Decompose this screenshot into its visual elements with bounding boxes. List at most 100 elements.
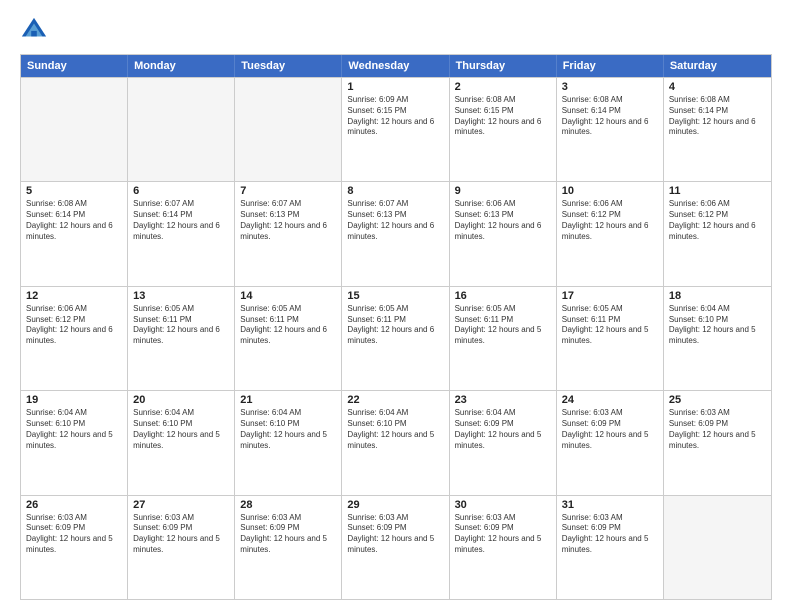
cell-info: Sunrise: 6:08 AM Sunset: 6:14 PM Dayligh… <box>669 95 766 138</box>
cell-info: Sunrise: 6:06 AM Sunset: 6:12 PM Dayligh… <box>562 199 658 242</box>
day-number: 30 <box>455 499 551 511</box>
day-number: 20 <box>133 394 229 406</box>
calendar-cell: 25 Sunrise: 6:03 AM Sunset: 6:09 PM Dayli… <box>664 391 771 494</box>
cell-info: Sunrise: 6:03 AM Sunset: 6:09 PM Dayligh… <box>562 513 658 556</box>
day-number: 19 <box>26 394 122 406</box>
calendar-cell: 5 Sunrise: 6:08 AM Sunset: 6:14 PM Daylig… <box>21 182 128 285</box>
calendar-row: 12 Sunrise: 6:06 AM Sunset: 6:12 PM Dayli… <box>21 286 771 390</box>
cell-info: Sunrise: 6:04 AM Sunset: 6:10 PM Dayligh… <box>133 408 229 451</box>
weekday-header: Tuesday <box>235 55 342 77</box>
cell-info: Sunrise: 6:04 AM Sunset: 6:10 PM Dayligh… <box>669 304 766 347</box>
cell-info: Sunrise: 6:05 AM Sunset: 6:11 PM Dayligh… <box>240 304 336 347</box>
cell-info: Sunrise: 6:03 AM Sunset: 6:09 PM Dayligh… <box>562 408 658 451</box>
calendar-cell: 3 Sunrise: 6:08 AM Sunset: 6:14 PM Daylig… <box>557 78 664 181</box>
cell-info: Sunrise: 6:07 AM Sunset: 6:14 PM Dayligh… <box>133 199 229 242</box>
cell-info: Sunrise: 6:06 AM Sunset: 6:12 PM Dayligh… <box>669 199 766 242</box>
calendar-cell: 15 Sunrise: 6:05 AM Sunset: 6:11 PM Dayli… <box>342 287 449 390</box>
cell-info: Sunrise: 6:08 AM Sunset: 6:15 PM Dayligh… <box>455 95 551 138</box>
day-number: 11 <box>669 185 766 197</box>
calendar-cell: 21 Sunrise: 6:04 AM Sunset: 6:10 PM Dayli… <box>235 391 342 494</box>
calendar-cell: 7Sunrise: 6:07 AM Sunset: 6:13 PM Daylig… <box>235 182 342 285</box>
cell-info: Sunrise: 6:05 AM Sunset: 6:11 PM Dayligh… <box>455 304 551 347</box>
day-number: 16 <box>455 290 551 302</box>
day-number: 21 <box>240 394 336 406</box>
calendar-cell: 18 Sunrise: 6:04 AM Sunset: 6:10 PM Dayli… <box>664 287 771 390</box>
cell-info: Sunrise: 6:06 AM Sunset: 6:13 PM Dayligh… <box>455 199 551 242</box>
day-number: 18 <box>669 290 766 302</box>
day-number: 9 <box>455 185 551 197</box>
calendar-cell <box>235 78 342 181</box>
calendar-cell: 13 Sunrise: 6:05 AM Sunset: 6:11 PM Dayli… <box>128 287 235 390</box>
cell-info: Sunrise: 6:06 AM Sunset: 6:12 PM Dayligh… <box>26 304 122 347</box>
cell-info: Sunrise: 6:03 AM Sunset: 6:09 PM Dayligh… <box>133 513 229 556</box>
calendar-cell: 17Sunrise: 6:05 AM Sunset: 6:11 PM Dayli… <box>557 287 664 390</box>
day-number: 14 <box>240 290 336 302</box>
logo-icon <box>20 16 48 44</box>
day-number: 29 <box>347 499 443 511</box>
calendar-cell: 28Sunrise: 6:03 AM Sunset: 6:09 PM Dayli… <box>235 496 342 599</box>
calendar-cell: 10 Sunrise: 6:06 AM Sunset: 6:12 PM Dayli… <box>557 182 664 285</box>
day-number: 8 <box>347 185 443 197</box>
day-number: 4 <box>669 81 766 93</box>
calendar-cell: 2 Sunrise: 6:08 AM Sunset: 6:15 PM Daylig… <box>450 78 557 181</box>
day-number: 2 <box>455 81 551 93</box>
cell-info: Sunrise: 6:04 AM Sunset: 6:10 PM Dayligh… <box>347 408 443 451</box>
calendar-cell: 24 Sunrise: 6:03 AM Sunset: 6:09 PM Dayli… <box>557 391 664 494</box>
calendar-header: SundayMondayTuesdayWednesdayThursdayFrid… <box>21 55 771 77</box>
calendar-cell: 23Sunrise: 6:04 AM Sunset: 6:09 PM Dayli… <box>450 391 557 494</box>
weekday-header: Thursday <box>450 55 557 77</box>
calendar-row: 26 Sunrise: 6:03 AM Sunset: 6:09 PM Dayli… <box>21 495 771 599</box>
cell-info: Sunrise: 6:05 AM Sunset: 6:11 PM Dayligh… <box>347 304 443 347</box>
logo <box>20 16 52 44</box>
calendar-cell: 31Sunrise: 6:03 AM Sunset: 6:09 PM Dayli… <box>557 496 664 599</box>
cell-info: Sunrise: 6:07 AM Sunset: 6:13 PM Dayligh… <box>347 199 443 242</box>
day-number: 13 <box>133 290 229 302</box>
day-number: 1 <box>347 81 443 93</box>
calendar-row: 1 Sunrise: 6:09 AM Sunset: 6:15 PM Daylig… <box>21 77 771 181</box>
day-number: 15 <box>347 290 443 302</box>
calendar-cell: 12 Sunrise: 6:06 AM Sunset: 6:12 PM Dayli… <box>21 287 128 390</box>
weekday-header: Sunday <box>21 55 128 77</box>
day-number: 10 <box>562 185 658 197</box>
calendar-row: 5 Sunrise: 6:08 AM Sunset: 6:14 PM Daylig… <box>21 181 771 285</box>
weekday-header: Friday <box>557 55 664 77</box>
day-number: 27 <box>133 499 229 511</box>
calendar: SundayMondayTuesdayWednesdayThursdayFrid… <box>20 54 772 600</box>
calendar-cell <box>128 78 235 181</box>
calendar-body: 1 Sunrise: 6:09 AM Sunset: 6:15 PM Daylig… <box>21 77 771 599</box>
cell-info: Sunrise: 6:08 AM Sunset: 6:14 PM Dayligh… <box>562 95 658 138</box>
calendar-cell: 26 Sunrise: 6:03 AM Sunset: 6:09 PM Dayli… <box>21 496 128 599</box>
day-number: 5 <box>26 185 122 197</box>
calendar-cell: 22Sunrise: 6:04 AM Sunset: 6:10 PM Dayli… <box>342 391 449 494</box>
day-number: 12 <box>26 290 122 302</box>
calendar-cell: 6Sunrise: 6:07 AM Sunset: 6:14 PM Daylig… <box>128 182 235 285</box>
calendar-cell: 9 Sunrise: 6:06 AM Sunset: 6:13 PM Daylig… <box>450 182 557 285</box>
calendar-row: 19 Sunrise: 6:04 AM Sunset: 6:10 PM Dayli… <box>21 390 771 494</box>
cell-info: Sunrise: 6:03 AM Sunset: 6:09 PM Dayligh… <box>669 408 766 451</box>
calendar-cell: 11 Sunrise: 6:06 AM Sunset: 6:12 PM Dayli… <box>664 182 771 285</box>
calendar-cell: 19 Sunrise: 6:04 AM Sunset: 6:10 PM Dayli… <box>21 391 128 494</box>
calendar-cell <box>21 78 128 181</box>
day-number: 26 <box>26 499 122 511</box>
calendar-cell: 29 Sunrise: 6:03 AM Sunset: 6:09 PM Dayli… <box>342 496 449 599</box>
calendar-cell <box>664 496 771 599</box>
cell-info: Sunrise: 6:09 AM Sunset: 6:15 PM Dayligh… <box>347 95 443 138</box>
cell-info: Sunrise: 6:04 AM Sunset: 6:09 PM Dayligh… <box>455 408 551 451</box>
cell-info: Sunrise: 6:05 AM Sunset: 6:11 PM Dayligh… <box>133 304 229 347</box>
calendar-cell: 14 Sunrise: 6:05 AM Sunset: 6:11 PM Dayli… <box>235 287 342 390</box>
cell-info: Sunrise: 6:03 AM Sunset: 6:09 PM Dayligh… <box>26 513 122 556</box>
calendar-cell: 8 Sunrise: 6:07 AM Sunset: 6:13 PM Daylig… <box>342 182 449 285</box>
day-number: 3 <box>562 81 658 93</box>
day-number: 25 <box>669 394 766 406</box>
page-header <box>20 16 772 44</box>
cell-info: Sunrise: 6:04 AM Sunset: 6:10 PM Dayligh… <box>240 408 336 451</box>
cell-info: Sunrise: 6:03 AM Sunset: 6:09 PM Dayligh… <box>240 513 336 556</box>
cell-info: Sunrise: 6:04 AM Sunset: 6:10 PM Dayligh… <box>26 408 122 451</box>
cell-info: Sunrise: 6:03 AM Sunset: 6:09 PM Dayligh… <box>347 513 443 556</box>
cell-info: Sunrise: 6:05 AM Sunset: 6:11 PM Dayligh… <box>562 304 658 347</box>
weekday-header: Wednesday <box>342 55 449 77</box>
cell-info: Sunrise: 6:08 AM Sunset: 6:14 PM Dayligh… <box>26 199 122 242</box>
day-number: 24 <box>562 394 658 406</box>
calendar-cell: 27 Sunrise: 6:03 AM Sunset: 6:09 PM Dayli… <box>128 496 235 599</box>
day-number: 7 <box>240 185 336 197</box>
